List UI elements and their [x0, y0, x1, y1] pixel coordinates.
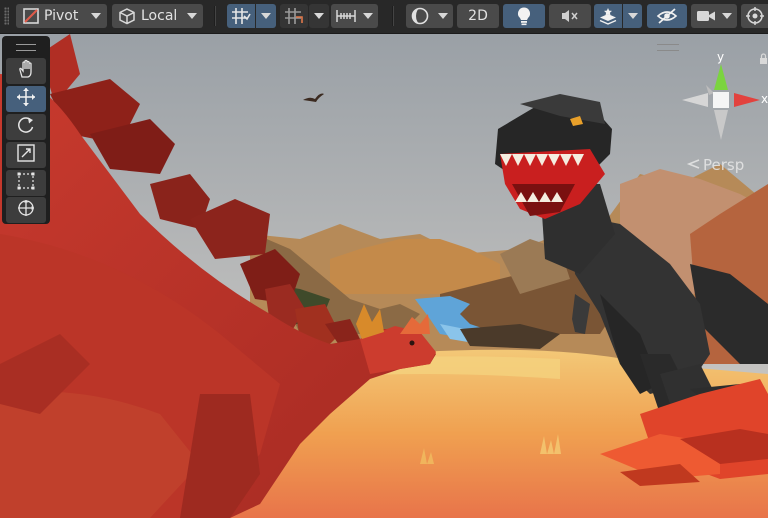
gizmo-y-label: y: [717, 50, 725, 64]
audio-muted-icon: [560, 7, 580, 25]
snap-settings-dropdown[interactable]: [331, 4, 378, 28]
projection-label: Persp: [703, 156, 745, 174]
tools-overlay: [2, 36, 50, 224]
overlay-drag-handle[interactable]: [16, 44, 36, 51]
effects-toggle[interactable]: [594, 4, 622, 28]
transform-tool-button[interactable]: [6, 197, 46, 223]
hand-icon: [16, 59, 36, 83]
grid-snap-toggle[interactable]: [227, 4, 255, 28]
scale-tool-button[interactable]: [6, 142, 46, 168]
scene-visibility-toggle[interactable]: [647, 4, 687, 28]
persp-chevron-icon: [686, 156, 700, 174]
draw-mode-dropdown[interactable]: [406, 4, 453, 28]
local-label: Local: [141, 8, 178, 24]
orientation-gizmo[interactable]: y x: [676, 50, 768, 150]
gizmo-globe-icon: [745, 6, 765, 26]
ruler-icon: [335, 7, 357, 25]
rotate-tool-button[interactable]: [6, 114, 46, 140]
increment-snap-toggle[interactable]: [280, 4, 308, 28]
chevron-down-icon: [314, 13, 324, 19]
grid-snap-icon: [231, 7, 251, 25]
chevron-down-icon: [722, 13, 732, 19]
chevron-down-icon: [187, 13, 197, 19]
increment-snap-icon: [284, 7, 304, 25]
2d-mode-toggle[interactable]: 2D: [457, 4, 499, 28]
chevron-down-icon: [91, 13, 101, 19]
transform-icon: [16, 198, 36, 222]
axis-cones-icon: [682, 53, 767, 140]
shading-sphere-icon: [410, 6, 430, 26]
gizmo-x-label: x: [761, 92, 768, 106]
grid-snap-dropdown[interactable]: [256, 4, 276, 28]
move-arrows-icon: [16, 87, 36, 111]
effects-layers-icon: [598, 7, 618, 25]
scene-render: [0, 34, 768, 518]
toolbar-divider: [392, 6, 394, 26]
gizmos-button[interactable]: [741, 4, 768, 28]
pivot-dropdown[interactable]: Pivot: [16, 4, 107, 28]
audio-toggle[interactable]: [549, 4, 591, 28]
scale-icon: [16, 143, 36, 167]
lighting-toggle[interactable]: [503, 4, 545, 28]
chevron-down-icon: [627, 13, 638, 19]
camera-settings-dropdown[interactable]: [691, 4, 737, 28]
scene-view-toolbar: Pivot Local 2D: [0, 0, 768, 34]
scene-viewport[interactable]: [0, 34, 768, 518]
camera-icon: [696, 8, 716, 24]
projection-toggle[interactable]: Persp: [686, 156, 744, 174]
move-tool-button[interactable]: [6, 86, 46, 112]
chevron-down-icon: [438, 13, 448, 19]
increment-snap-dropdown[interactable]: [309, 4, 329, 28]
rotate-icon: [16, 115, 36, 139]
toolbar-grip[interactable]: [4, 7, 9, 25]
chevron-down-icon: [261, 13, 271, 19]
lightbulb-icon: [516, 6, 532, 26]
cube-icon: [117, 7, 137, 25]
rect-tool-button[interactable]: [6, 170, 46, 196]
toolbar-divider: [214, 6, 216, 26]
chevron-down-icon: [363, 13, 373, 19]
local-dropdown[interactable]: Local: [112, 4, 203, 28]
2d-mode-label: 2D: [468, 8, 488, 24]
pivot-label: Pivot: [44, 8, 79, 24]
pivot-icon: [22, 7, 40, 25]
rect-transform-icon: [16, 171, 36, 195]
effects-dropdown[interactable]: [623, 4, 642, 28]
eye-hidden-icon: [656, 7, 678, 25]
hand-tool-button[interactable]: [6, 58, 46, 84]
